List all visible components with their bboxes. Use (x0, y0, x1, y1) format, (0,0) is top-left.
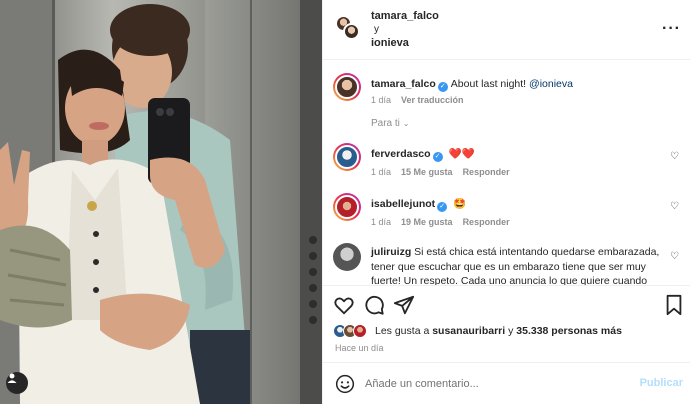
comment-username[interactable]: juliruizg (371, 246, 411, 258)
chevron-down-icon: ⌄ (402, 119, 410, 128)
likes-connector: y (508, 325, 514, 337)
comment-text: Si está chica está intentando quedarse e… (371, 246, 660, 285)
comment-bubble-icon[interactable] (363, 294, 385, 316)
reply-button[interactable]: Responder (463, 167, 510, 177)
comment-likes[interactable]: 19 Me gusta (401, 217, 453, 227)
elevator-selfie-image (0, 0, 322, 404)
tagged-users-button[interactable] (6, 372, 28, 394)
caption-text: About last night! (450, 78, 527, 90)
instagram-post: tamara_falco y ionieva ··· tamara_falco ✓… (0, 0, 690, 404)
like-heart-icon[interactable] (333, 294, 355, 316)
comment-input[interactable] (365, 374, 615, 394)
avatar (353, 324, 367, 338)
likes-count[interactable]: 35.338 personas más (516, 325, 622, 337)
comments-list[interactable]: tamara_falco ✓ About last night! @ionieva … (323, 61, 690, 285)
caption-username[interactable]: tamara_falco (371, 78, 436, 90)
verified-badge-icon: ✓ (437, 202, 448, 212)
likes-text: Les gusta a susanauribarri y 35.338 pers… (375, 325, 622, 337)
post-photo[interactable] (0, 0, 322, 404)
emoji-icon[interactable] (335, 374, 355, 394)
comment-time: 1 día (371, 167, 392, 177)
avatar[interactable] (333, 73, 361, 101)
caption-mention[interactable]: @ionieva (529, 78, 573, 90)
user-icon (7, 373, 17, 383)
likes-first-user[interactable]: susanauribarri (432, 325, 505, 337)
comment-text: 🤩 (453, 198, 467, 210)
verified-badge-icon: ✓ (432, 152, 443, 162)
save-bookmark-icon[interactable] (663, 294, 685, 316)
heart-icon[interactable]: ♡ (670, 251, 679, 262)
more-horizontal-icon[interactable]: ··· (662, 20, 681, 38)
likes-prefix: Les gusta a (375, 325, 430, 337)
heart-icon[interactable]: ♡ (670, 201, 679, 212)
reply-button[interactable]: Responder (463, 217, 510, 227)
avatar[interactable] (333, 193, 361, 221)
post-actions (323, 285, 690, 321)
comment-sort-dropdown[interactable]: Para ti ⌄ (371, 118, 409, 129)
avatar[interactable] (333, 243, 361, 271)
author-username[interactable]: tamara_falco (371, 10, 439, 22)
see-translation-link[interactable]: Ver traducción (401, 95, 464, 105)
publish-button[interactable]: Publicar (640, 377, 683, 389)
comment-username[interactable]: ferverdasco (371, 148, 431, 160)
caption-time: 1 día (371, 95, 392, 105)
post-details-panel: tamara_falco y ionieva ··· tamara_falco ✓… (322, 0, 690, 404)
share-paper-plane-icon[interactable] (393, 294, 415, 316)
collab-separator: y (374, 24, 379, 35)
comment-text: ❤️❤️ (448, 148, 475, 160)
comment-sort-label: Para ti (371, 118, 400, 129)
comment-username[interactable]: isabellejunot (371, 198, 435, 210)
verified-badge-icon: ✓ (437, 82, 448, 92)
collaborator-username[interactable]: ionieva (371, 37, 409, 49)
comment-composer: Publicar (323, 362, 690, 404)
post-time: Hace un día (335, 343, 384, 353)
avatar[interactable] (333, 143, 361, 171)
comment-time: 1 día (371, 217, 392, 227)
likes-summary[interactable]: Les gusta a susanauribarri y 35.338 pers… (333, 322, 683, 342)
comment-likes[interactable]: 15 Me gusta (401, 167, 453, 177)
post-header: tamara_falco y ionieva ··· (323, 0, 690, 60)
avatar (343, 23, 360, 40)
collab-avatars[interactable] (335, 15, 361, 41)
heart-icon[interactable]: ♡ (670, 151, 679, 162)
